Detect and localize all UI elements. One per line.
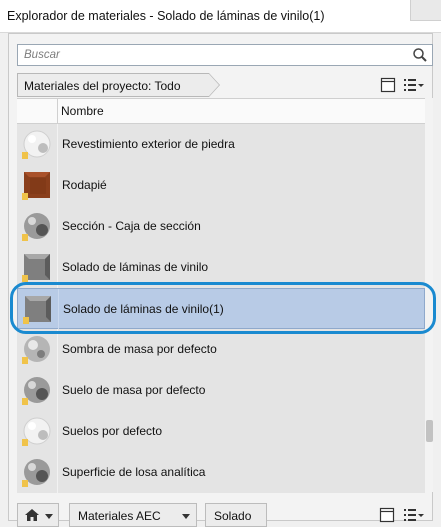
breadcrumb-label: Solado [214,509,252,523]
breadcrumb-item-materiales-aec[interactable]: Materiales AEC [69,503,197,527]
material-name: Rodapié [62,178,107,192]
material-thumbnail [22,213,50,241]
project-materials-filter-dropdown[interactable]: Materiales del proyecto: Todo [17,73,220,97]
view-toggle-icon[interactable] [379,507,395,523]
material-name: Suelos por defecto [62,424,163,438]
title-bar: Explorador de materiales - Solado de lám… [0,0,441,33]
column-separator [57,411,58,452]
column-separator [57,329,58,370]
name-column-header[interactable]: Nombre [61,104,104,118]
column-separator [57,206,58,247]
search-placeholder: Buscar [24,49,60,61]
chevron-down-icon[interactable] [45,514,53,519]
window-title: Explorador de materiales - Solado de lám… [7,9,325,23]
breadcrumb: Materiales AEC Solado [17,503,433,527]
column-separator [57,124,58,165]
material-thumbnail [22,459,50,487]
material-name: Sección - Caja de sección [62,219,201,233]
table-row[interactable]: Revestimiento exterior de piedra [17,124,425,166]
table-row[interactable]: Suelo de masa por defecto [17,370,425,412]
table-row[interactable]: Superficie de losa analítica [17,452,425,493]
material-thumbnail [22,130,51,159]
column-separator [57,452,58,493]
breadcrumb-home[interactable] [17,503,59,527]
material-thumbnail [22,254,50,282]
material-name: Revestimiento exterior de piedra [62,137,235,151]
thumbnail-column-header[interactable] [17,99,58,123]
material-thumbnail [22,377,50,405]
column-separator [57,165,58,206]
material-thumbnail [22,417,51,446]
column-separator [57,370,58,411]
material-name: Solado de láminas de vinilo [62,260,209,274]
table-row[interactable]: Sombra de masa por defecto [17,329,425,371]
list-options-icon[interactable] [403,507,425,523]
filter-arrow-fill [209,74,219,96]
filter-label: Materiales del proyecto: Todo [24,79,181,93]
material-name: Sombra de masa por defecto [62,342,217,356]
material-thumbnail [22,336,50,364]
selection-highlight-ring [10,282,436,334]
table-row[interactable]: Sección - Caja de sección [17,206,425,248]
breadcrumb-item-solado[interactable]: Solado [205,503,267,527]
home-icon[interactable] [24,508,40,522]
material-name: Superficie de losa analítica [62,465,206,479]
filter-bar: Materiales del proyecto: Todo [17,73,433,97]
breadcrumb-label: Materiales AEC [78,509,161,523]
view-toggle-icon[interactable] [380,77,396,93]
window-control-button[interactable] [410,0,441,21]
material-name: Suelo de masa por defecto [62,383,206,397]
table-header: Nombre [17,99,425,124]
search-icon[interactable] [412,47,428,63]
list-options-icon[interactable] [403,77,425,93]
chevron-down-icon[interactable] [182,514,190,519]
search-input[interactable]: Buscar [17,44,433,66]
material-thumbnail [22,172,50,200]
table-row[interactable]: Suelos por defecto [17,411,425,453]
table-row[interactable]: Rodapié [17,165,425,207]
scrollbar-thumb[interactable] [426,420,433,442]
